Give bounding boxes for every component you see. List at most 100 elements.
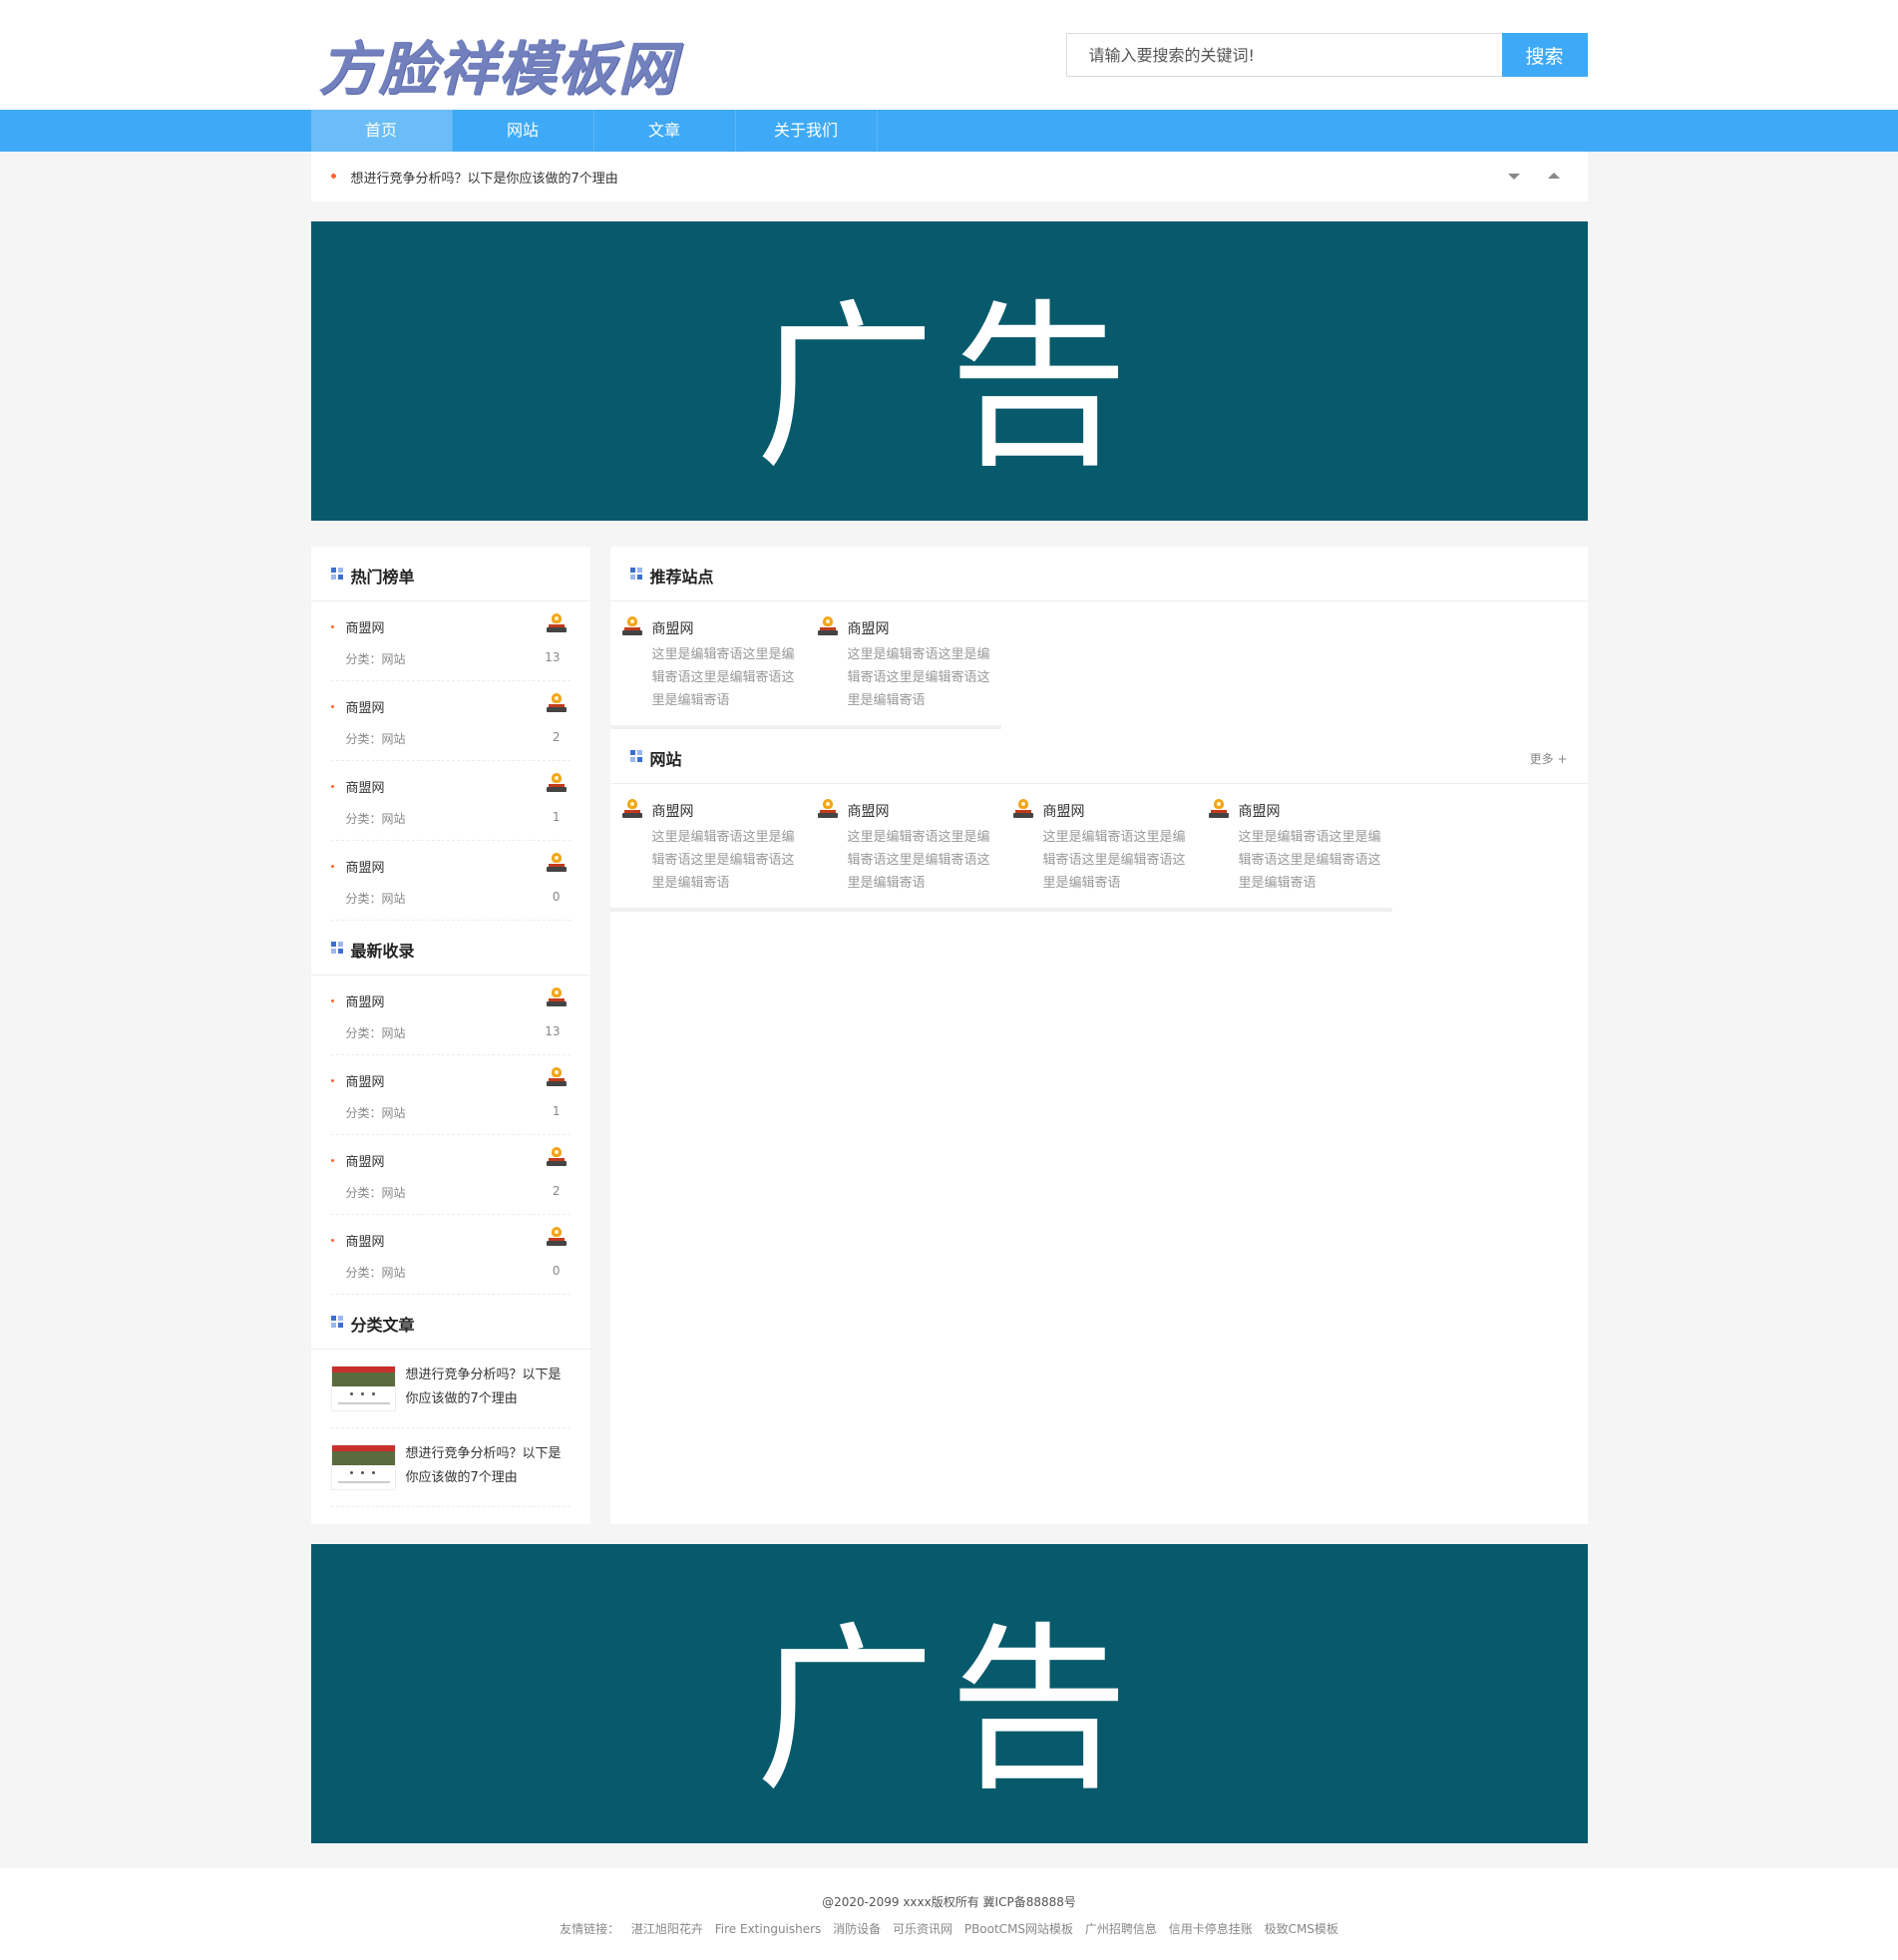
- category-articles-title: 分类文章: [350, 1316, 415, 1335]
- category-articles-header: 分类文章: [310, 1295, 590, 1350]
- site-name[interactable]: 商盟网: [346, 857, 385, 876]
- list-item[interactable]: 商盟网 分类：网站 1: [330, 761, 570, 841]
- websites-title: 网站: [649, 750, 682, 769]
- friend-links: 友情链接： 湛江旭阳花卉 Fire Extinguishers 消防设备 可乐资…: [0, 1920, 1898, 1937]
- friend-link[interactable]: Fire Extinguishers: [715, 1922, 822, 1936]
- site-description: 这里是编辑寄语这里是编辑寄语这里是编辑寄语这里是编辑寄语: [1042, 830, 1186, 891]
- site-category: 分类：网站: [345, 812, 406, 826]
- footer: @2020-2099 xxxx版权所有 冀ICP备88888号 友情链接： 湛江…: [0, 1868, 1898, 1960]
- hot-list-title: 热门榜单: [350, 568, 415, 587]
- site-count: 13: [545, 1024, 561, 1038]
- more-link[interactable]: 更多 +: [1530, 750, 1568, 767]
- site-name[interactable]: 商盟网: [346, 991, 385, 1010]
- list-item[interactable]: 商盟网 分类：网站 0: [330, 1215, 570, 1295]
- ad-banner-bottom[interactable]: 广告: [310, 1544, 1588, 1843]
- site-name[interactable]: 商盟网: [848, 801, 890, 821]
- section-divider: [609, 908, 1392, 912]
- article-title[interactable]: 想进行竞争分析吗？以下是你应该做的7个理由: [406, 1364, 566, 1411]
- site-card[interactable]: 商盟网 这里是编辑寄语这里是编辑寄语这里是编辑寄语这里是编辑寄语: [610, 613, 806, 725]
- site-count: 1: [552, 810, 561, 824]
- site-name[interactable]: 商盟网: [848, 618, 890, 638]
- list-item[interactable]: 想进行竞争分析吗？以下是你应该做的7个理由: [330, 1350, 570, 1428]
- nav-item-websites[interactable]: 网站: [453, 110, 594, 152]
- latest-list-title: 最新收录: [350, 942, 415, 961]
- search-input[interactable]: [1065, 33, 1502, 77]
- list-item[interactable]: 想进行竞争分析吗？以下是你应该做的7个理由: [330, 1428, 570, 1507]
- article-thumbnail[interactable]: [330, 1366, 396, 1411]
- site-logo-icon: [546, 853, 567, 875]
- bullet-dot: [330, 1159, 334, 1162]
- friend-links-label: 友情链接：: [560, 1922, 620, 1936]
- arrow-down-icon[interactable]: [1507, 174, 1520, 180]
- nav-item-articles[interactable]: 文章: [594, 110, 736, 152]
- latest-list-header: 最新收录: [310, 921, 590, 976]
- site-name[interactable]: 商盟网: [346, 777, 385, 796]
- site-name[interactable]: 商盟网: [346, 617, 385, 636]
- site-card[interactable]: 商盟网 这里是编辑寄语这里是编辑寄语这里是编辑寄语这里是编辑寄语: [1197, 796, 1392, 908]
- site-name[interactable]: 商盟网: [652, 618, 694, 638]
- site-logo-icon: [546, 1227, 567, 1249]
- friend-link[interactable]: 湛江旭阳花卉: [631, 1922, 703, 1936]
- list-item[interactable]: 商盟网 分类：网站 0: [330, 841, 570, 921]
- recommended-header: 推荐站点: [609, 547, 1588, 601]
- site-name[interactable]: 商盟网: [346, 1231, 385, 1250]
- site-logo-icon: [546, 1147, 567, 1169]
- friend-link[interactable]: PBootCMS网站模板: [964, 1922, 1073, 1936]
- friend-link[interactable]: 消防设备: [833, 1922, 881, 1936]
- list-item[interactable]: 商盟网 分类：网站 13: [330, 601, 570, 681]
- site-logo-icon: [1208, 799, 1229, 821]
- websites-section: 网站 更多 + 商盟网 这里是编辑寄语这里是编辑寄语这里是编辑寄语这里是编辑寄语…: [609, 729, 1588, 912]
- hot-list: 商盟网 分类：网站 13 商盟网 分类：网站 2 商盟网 分类：网站 1 商盟网…: [311, 601, 590, 921]
- site-description: 这里是编辑寄语这里是编辑寄语这里是编辑寄语这里是编辑寄语: [651, 830, 795, 891]
- site-logo-icon: [546, 1067, 567, 1089]
- list-item[interactable]: 商盟网 分类：网站 13: [330, 976, 570, 1055]
- bullet-dot: [330, 625, 334, 628]
- websites-grid: 商盟网 这里是编辑寄语这里是编辑寄语这里是编辑寄语这里是编辑寄语 商盟网 这里是…: [610, 784, 1588, 908]
- site-name[interactable]: 商盟网: [1043, 801, 1085, 821]
- list-item[interactable]: 商盟网 分类：网站 2: [330, 681, 570, 761]
- recommended-title: 推荐站点: [649, 568, 714, 587]
- article-title[interactable]: 想进行竞争分析吗？以下是你应该做的7个理由: [406, 1442, 566, 1490]
- nav-item-about[interactable]: 关于我们: [736, 110, 878, 152]
- grid-icon: [330, 942, 343, 954]
- category-articles-list: 想进行竞争分析吗？以下是你应该做的7个理由 想进行竞争分析吗？以下是你应该做的7…: [311, 1350, 590, 1507]
- header: 方脸祥模板网 搜索: [0, 0, 1898, 110]
- arrow-up-icon[interactable]: [1547, 173, 1560, 179]
- site-card[interactable]: 商盟网 这里是编辑寄语这里是编辑寄语这里是编辑寄语这里是编辑寄语: [806, 613, 1001, 725]
- site-logo-icon: [621, 616, 642, 638]
- friend-link[interactable]: 极致CMS模板: [1265, 1922, 1338, 1936]
- site-card[interactable]: 商盟网 这里是编辑寄语这里是编辑寄语这里是编辑寄语这里是编辑寄语: [610, 796, 806, 908]
- grid-icon: [629, 568, 642, 580]
- article-thumbnail[interactable]: [330, 1444, 396, 1490]
- friend-link[interactable]: 信用卡停息挂账: [1169, 1922, 1253, 1936]
- site-card[interactable]: 商盟网 这里是编辑寄语这里是编辑寄语这里是编辑寄语这里是编辑寄语: [806, 796, 1001, 908]
- site-count: 2: [552, 1184, 561, 1198]
- site-logo-icon: [817, 799, 838, 821]
- recommended-section: 推荐站点 商盟网 这里是编辑寄语这里是编辑寄语这里是编辑寄语这里是编辑寄语 商盟…: [609, 547, 1588, 729]
- site-name[interactable]: 商盟网: [346, 1151, 385, 1170]
- search-button[interactable]: 搜索: [1501, 33, 1588, 77]
- friend-link[interactable]: 可乐资讯网: [893, 1922, 952, 1936]
- grid-icon: [330, 568, 343, 580]
- site-logo-icon: [546, 987, 567, 1009]
- site-description: 这里是编辑寄语这里是编辑寄语这里是编辑寄语这里是编辑寄语: [847, 830, 990, 891]
- site-category: 分类：网站: [345, 1106, 406, 1120]
- ad-banner-top[interactable]: 广告: [310, 221, 1588, 521]
- site-name[interactable]: 商盟网: [346, 697, 385, 716]
- bullet-dot: [330, 705, 334, 708]
- friend-link[interactable]: 广州招聘信息: [1085, 1922, 1157, 1936]
- site-name[interactable]: 商盟网: [346, 1071, 385, 1090]
- list-item[interactable]: 商盟网 分类：网站 2: [330, 1135, 570, 1215]
- site-category: 分类：网站: [345, 1266, 406, 1280]
- list-item[interactable]: 商盟网 分类：网站 1: [330, 1055, 570, 1135]
- site-logo[interactable]: 方脸祥模板网: [319, 22, 678, 106]
- site-logo-icon: [546, 613, 567, 635]
- notice-text[interactable]: 想进行竞争分析吗？以下是你应该做的7个理由: [351, 168, 618, 187]
- site-card[interactable]: 商盟网 这里是编辑寄语这里是编辑寄语这里是编辑寄语这里是编辑寄语: [1001, 796, 1197, 908]
- hot-list-header: 热门榜单: [310, 547, 590, 601]
- site-category: 分类：网站: [345, 652, 406, 666]
- main-nav: 首页 网站 文章 关于我们: [0, 110, 1898, 152]
- site-name[interactable]: 商盟网: [652, 801, 694, 821]
- site-name[interactable]: 商盟网: [1239, 801, 1281, 821]
- nav-item-home[interactable]: 首页: [310, 110, 453, 152]
